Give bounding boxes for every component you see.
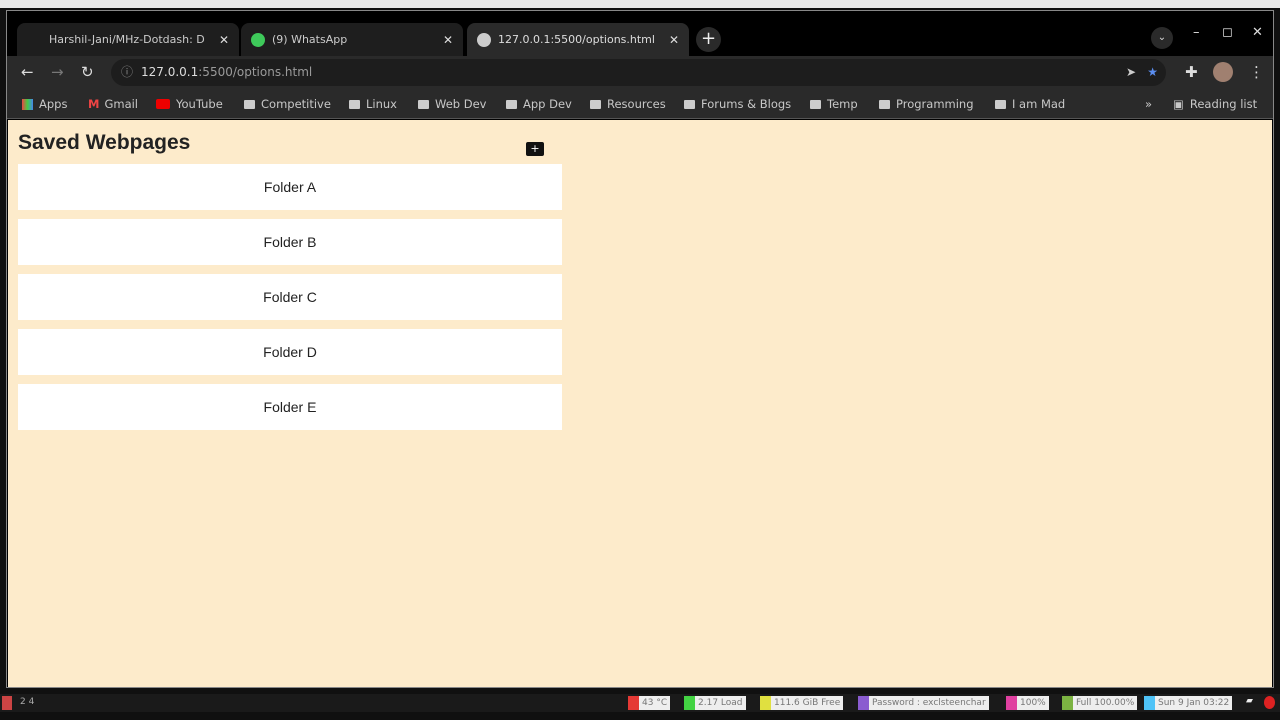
bookmarks-bar: Apps M Gmail YouTube Competitive Linux We… bbox=[7, 89, 1273, 119]
load-status: 2.17 Load bbox=[684, 696, 746, 710]
reading-list-button[interactable]: ▣ Reading list bbox=[1173, 97, 1257, 111]
apps-icon bbox=[22, 98, 33, 110]
forward-icon[interactable]: → bbox=[51, 63, 64, 81]
reload-icon[interactable]: ↻ bbox=[81, 63, 94, 81]
workspace-indicator[interactable] bbox=[2, 696, 12, 710]
folder-icon bbox=[879, 99, 890, 109]
extensions-icon[interactable]: ✚ bbox=[1185, 63, 1198, 81]
bookmark-temp[interactable]: Temp bbox=[810, 97, 858, 111]
folder-icon bbox=[244, 99, 255, 109]
folder-item[interactable]: Folder A bbox=[18, 164, 562, 210]
bookmark-competitive[interactable]: Competitive bbox=[244, 97, 331, 111]
tray-icon[interactable]: ▰ bbox=[1246, 696, 1253, 706]
maximize-icon[interactable]: ◻ bbox=[1222, 25, 1233, 40]
globe-icon bbox=[477, 32, 491, 47]
tab-title: (9) WhatsApp bbox=[272, 33, 348, 46]
bookmark-linux[interactable]: Linux bbox=[349, 97, 397, 111]
youtube-icon bbox=[156, 99, 170, 109]
folder-item[interactable]: Folder B bbox=[18, 219, 562, 265]
clock-status: Sun 9 Jan 03:22 bbox=[1144, 696, 1233, 710]
folder-icon bbox=[506, 99, 517, 109]
bookmark-resources[interactable]: Resources bbox=[590, 97, 666, 111]
bookmark-star-icon[interactable]: ★ bbox=[1147, 59, 1158, 86]
close-window-icon[interactable]: ✕ bbox=[1252, 25, 1263, 40]
send-icon[interactable]: ➤ bbox=[1126, 59, 1136, 86]
url-host: 127.0.0.1 bbox=[141, 65, 199, 79]
browser-window: Harshil-Jani/MHz-Dotdash: D ✕ (9) WhatsAp… bbox=[6, 10, 1274, 688]
tab-search-chevron-icon[interactable]: ⌄ bbox=[1151, 27, 1173, 49]
bookmark-web-dev[interactable]: Web Dev bbox=[418, 97, 486, 111]
volume-status: 100% bbox=[1006, 696, 1049, 710]
bookmark-programming[interactable]: Programming bbox=[879, 97, 974, 111]
tab-bar: Harshil-Jani/MHz-Dotdash: D ✕ (9) WhatsAp… bbox=[7, 11, 1273, 56]
back-icon[interactable]: ← bbox=[21, 63, 34, 81]
folder-icon bbox=[349, 99, 360, 109]
menu-icon[interactable]: ⋮ bbox=[1249, 63, 1264, 81]
password-status: Password : exclsteenchar bbox=[858, 696, 989, 710]
close-tab-icon[interactable]: ✕ bbox=[669, 33, 679, 47]
new-tab-button[interactable]: + bbox=[696, 27, 721, 52]
bookmark-apps[interactable]: Apps bbox=[22, 97, 67, 111]
battery-status: Full 100.00% bbox=[1062, 696, 1138, 710]
bookmark-i-am-mad[interactable]: I am Mad bbox=[995, 97, 1065, 111]
bookmark-forums-blogs[interactable]: Forums & Blogs bbox=[684, 97, 791, 111]
url-path: :5500/options.html bbox=[198, 65, 313, 79]
bookmark-gmail[interactable]: M Gmail bbox=[88, 97, 138, 111]
avatar[interactable] bbox=[1213, 62, 1233, 82]
tab-options[interactable]: 127.0.0.1:5500/options.html ✕ bbox=[467, 23, 689, 56]
info-icon: ⓘ bbox=[121, 65, 134, 79]
address-bar[interactable]: ⓘ 127.0.0.1:5500/options.html ➤ ★ bbox=[111, 59, 1166, 86]
tab-whatsapp[interactable]: (9) WhatsApp ✕ bbox=[241, 23, 463, 56]
screen-top-edge bbox=[0, 0, 1280, 8]
folder-icon bbox=[810, 99, 821, 109]
bookmark-app-dev[interactable]: App Dev bbox=[506, 97, 572, 111]
page-title: Saved Webpages bbox=[18, 131, 191, 154]
disk-status: 111.6 GiB Free bbox=[760, 696, 844, 710]
tray-record-icon[interactable] bbox=[1264, 696, 1275, 709]
bookmark-youtube[interactable]: YouTube bbox=[156, 97, 223, 111]
temperature-status: 43 °C bbox=[628, 696, 671, 710]
minimize-icon[interactable]: – bbox=[1193, 25, 1200, 40]
tab-title: Harshil-Jani/MHz-Dotdash: D bbox=[49, 33, 205, 46]
folder-icon bbox=[684, 99, 695, 109]
workspace-list[interactable]: 2 4 bbox=[20, 697, 34, 707]
folder-icon bbox=[418, 99, 429, 109]
more-bookmarks-icon[interactable]: » bbox=[1145, 97, 1152, 111]
system-status-bar: 2 4 43 °C 2.17 Load 111.6 GiB Free Passw… bbox=[0, 694, 1280, 712]
reading-list-icon: ▣ bbox=[1173, 97, 1184, 111]
folder-item[interactable]: Folder C bbox=[18, 274, 562, 320]
folder-icon bbox=[590, 99, 601, 109]
folder-item[interactable]: Folder E bbox=[18, 384, 562, 430]
tab-github[interactable]: Harshil-Jani/MHz-Dotdash: D ✕ bbox=[17, 23, 239, 56]
whatsapp-icon bbox=[251, 32, 265, 47]
folder-item[interactable]: Folder D bbox=[18, 329, 562, 375]
close-tab-icon[interactable]: ✕ bbox=[443, 33, 453, 47]
folder-icon bbox=[995, 99, 1006, 109]
add-folder-icon[interactable]: + bbox=[526, 142, 544, 156]
toolbar: ← → ↻ ⓘ 127.0.0.1:5500/options.html ➤ ★ … bbox=[7, 56, 1273, 89]
page-content: Saved Webpages + Folder A Folder B Folde… bbox=[8, 120, 1272, 687]
gmail-icon: M bbox=[88, 97, 100, 111]
tab-title: 127.0.0.1:5500/options.html bbox=[498, 33, 655, 46]
close-tab-icon[interactable]: ✕ bbox=[219, 33, 229, 47]
